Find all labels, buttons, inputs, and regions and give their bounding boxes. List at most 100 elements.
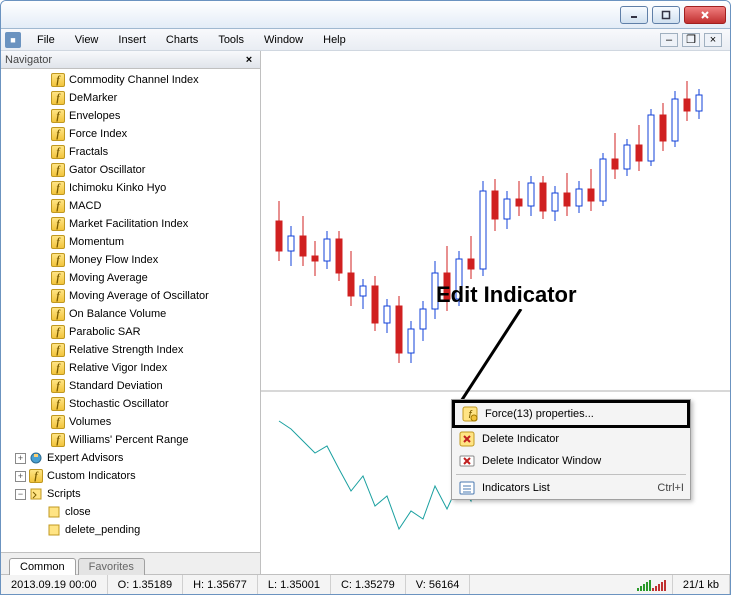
status-low: L: 1.35001 xyxy=(258,575,331,594)
indicator-label: Moving Average xyxy=(69,272,148,284)
indicator-icon: f xyxy=(29,469,43,483)
properties-icon: f xyxy=(461,406,479,422)
indicator-label: Relative Strength Index xyxy=(69,344,183,356)
navigator-tree[interactable]: fCommodity Channel IndexfDeMarkerfEnvelo… xyxy=(1,69,260,552)
menu-insert[interactable]: Insert xyxy=(108,32,156,48)
indicator-item[interactable]: fMarket Facilitation Index xyxy=(1,215,260,233)
status-high: H: 1.35677 xyxy=(183,575,258,594)
ctx-label: Delete Indicator Window xyxy=(482,455,601,467)
group-icon: f xyxy=(29,469,43,483)
tab-favorites[interactable]: Favorites xyxy=(78,558,145,575)
indicator-icon: f xyxy=(51,343,65,357)
indicator-item[interactable]: f Fractals xyxy=(1,143,260,161)
child-close-button[interactable]: × xyxy=(704,33,722,47)
close-button[interactable] xyxy=(684,6,726,24)
ctx-delete-indicator[interactable]: Delete Indicator xyxy=(452,428,690,450)
child-minimize-button[interactable]: – xyxy=(660,33,678,47)
group-icon xyxy=(29,487,43,501)
indicator-icon: f xyxy=(51,325,65,339)
indicator-item[interactable]: f Money Flow Index xyxy=(1,251,260,269)
titlebar xyxy=(1,1,730,29)
indicator-item[interactable]: fStochastic Oscillator xyxy=(1,395,260,413)
script-item[interactable]: close xyxy=(1,503,260,521)
indicator-icon: f xyxy=(51,271,65,285)
indicator-item[interactable]: fCommodity Channel Index xyxy=(1,71,260,89)
indicator-label: Standard Deviation xyxy=(69,380,163,392)
navigator-close-icon[interactable]: × xyxy=(242,53,256,67)
context-menu-separator xyxy=(456,474,686,475)
indicator-icon: f xyxy=(51,163,65,177)
indicator-label: On Balance Volume xyxy=(69,308,166,320)
indicator-icon: f xyxy=(51,109,65,123)
indicator-label: Parabolic SAR xyxy=(69,326,141,338)
indicator-label: Force Index xyxy=(69,128,127,140)
expander-icon[interactable]: + xyxy=(15,453,26,464)
indicator-icon: f xyxy=(51,127,65,141)
tree-group[interactable]: + Expert Advisors xyxy=(1,449,260,467)
indicator-icon: f xyxy=(51,307,65,321)
expander-icon[interactable]: − xyxy=(15,489,26,500)
menu-file[interactable]: File xyxy=(27,32,65,48)
ctx-label: Indicators List xyxy=(482,482,550,494)
script-item[interactable]: delete_pending xyxy=(1,521,260,539)
context-menu-highlighted: f Force(13) properties... xyxy=(452,400,690,428)
menu-window[interactable]: Window xyxy=(254,32,313,48)
ctx-shortcut: Ctrl+I xyxy=(657,482,684,494)
indicator-item[interactable]: f Moving Average xyxy=(1,269,260,287)
indicator-item[interactable]: f Gator Oscillator xyxy=(1,161,260,179)
indicator-item[interactable]: fStandard Deviation xyxy=(1,377,260,395)
indicator-item[interactable]: fRelative Vigor Index xyxy=(1,359,260,377)
indicator-label: Money Flow Index xyxy=(69,254,158,266)
indicator-item[interactable]: f Parabolic SAR xyxy=(1,323,260,341)
group-label: Custom Indicators xyxy=(47,470,136,482)
indicator-item[interactable]: f On Balance Volume xyxy=(1,305,260,323)
indicator-item[interactable]: f Relative Strength Index xyxy=(1,341,260,359)
indicator-icon: f xyxy=(51,433,65,447)
menu-charts[interactable]: Charts xyxy=(156,32,208,48)
indicator-item[interactable]: f Force Index xyxy=(1,125,260,143)
ctx-delete-window[interactable]: Delete Indicator Window xyxy=(452,450,690,472)
indicator-item[interactable]: f Envelopes xyxy=(1,107,260,125)
ctx-properties[interactable]: f Force(13) properties... xyxy=(455,403,687,425)
indicator-item[interactable]: fIchimoku Kinko Hyo xyxy=(1,179,260,197)
indicator-label: Volumes xyxy=(69,416,111,428)
indicator-label: Commodity Channel Index xyxy=(69,74,199,86)
indicator-label: Williams' Percent Range xyxy=(69,434,188,446)
indicator-item[interactable]: f Williams' Percent Range xyxy=(1,431,260,449)
indicator-icon: f xyxy=(51,253,65,267)
navigator-header: Navigator × xyxy=(1,51,260,69)
menu-tools[interactable]: Tools xyxy=(208,32,254,48)
indicator-item[interactable]: fMomentum xyxy=(1,233,260,251)
indicator-label: Fractals xyxy=(69,146,108,158)
indicator-item[interactable]: fMACD xyxy=(1,197,260,215)
navigator-panel: Navigator × fCommodity Channel IndexfDeM… xyxy=(1,51,261,574)
indicator-label: Gator Oscillator xyxy=(69,164,145,176)
indicator-item[interactable]: fDeMarker xyxy=(1,89,260,107)
group-icon xyxy=(29,451,43,465)
expander-icon[interactable]: + xyxy=(15,471,26,482)
indicator-label: Envelopes xyxy=(69,110,120,122)
indicator-icon: f xyxy=(51,145,65,159)
list-icon xyxy=(458,480,476,496)
chart-area[interactable]: Edit Indicator f Force(13) properties...… xyxy=(261,51,730,574)
tree-group[interactable]: −Scripts xyxy=(1,485,260,503)
menu-view[interactable]: View xyxy=(65,32,109,48)
maximize-button[interactable] xyxy=(652,6,680,24)
navigator-tabs: Common Favorites xyxy=(1,552,260,574)
ctx-indicators-list[interactable]: Indicators List Ctrl+I xyxy=(452,477,690,499)
indicator-icon: f xyxy=(51,217,65,231)
minimize-button[interactable] xyxy=(620,6,648,24)
app-icon: ■ xyxy=(5,32,21,48)
ctx-label: Delete Indicator xyxy=(482,433,559,445)
menu-help[interactable]: Help xyxy=(313,32,356,48)
status-volume: V: 56164 xyxy=(406,575,471,594)
group-label: Expert Advisors xyxy=(47,452,123,464)
indicator-item[interactable]: fVolumes xyxy=(1,413,260,431)
indicator-item[interactable]: fMoving Average of Oscillator xyxy=(1,287,260,305)
indicator-icon: f xyxy=(51,289,65,303)
child-restore-button[interactable]: ❐ xyxy=(682,33,700,47)
tab-common[interactable]: Common xyxy=(9,558,76,575)
tree-group[interactable]: +f Custom Indicators xyxy=(1,467,260,485)
indicator-icon: f xyxy=(51,91,65,105)
annotation-line xyxy=(451,309,531,411)
